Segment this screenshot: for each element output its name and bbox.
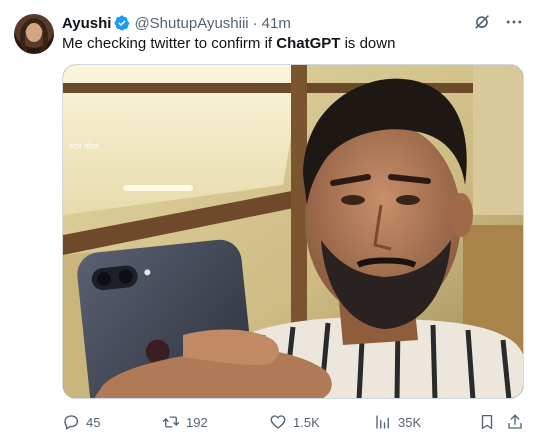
photo-man-holding-phone: स्टार गोल्ड (63, 65, 523, 398)
heart-icon (270, 415, 286, 429)
separator-dot: · (252, 14, 258, 32)
views-button[interactable]: 35K (374, 410, 421, 434)
tweet-card[interactable]: Ayushi @ShutupAyushiii · 41m Me checking… (0, 0, 538, 440)
tweet-header: Ayushi @ShutupAyushiii · 41m (62, 12, 291, 34)
reply-count: 45 (86, 414, 101, 430)
avatar[interactable] (14, 14, 54, 54)
share-icon (508, 414, 522, 429)
grok-icon[interactable] (472, 12, 492, 32)
tweet-media-image[interactable]: स्टार गोल्ड (62, 64, 524, 399)
tweet-text-after: is down (340, 35, 396, 52)
tweet-text: Me checking twitter to confirm if ChatGP… (62, 34, 395, 54)
author-name[interactable]: Ayushi (62, 15, 111, 32)
reply-button[interactable]: 45 (62, 410, 100, 434)
bookmark-icon (481, 414, 493, 430)
like-count: 1.5K (293, 414, 320, 430)
bookmark-button[interactable] (478, 410, 496, 434)
share-button[interactable] (506, 410, 524, 434)
reply-icon (64, 415, 79, 430)
tweet-actions: 45 192 1.5K 35K (62, 410, 524, 434)
like-button[interactable]: 1.5K (269, 410, 320, 434)
tweet-text-before: Me checking twitter to confirm if (62, 35, 277, 52)
retweet-count: 192 (186, 414, 208, 430)
retweet-icon (162, 416, 180, 428)
tweet-top-actions (472, 12, 524, 32)
more-icon[interactable] (504, 12, 524, 32)
watermark-text: स्टार गोल्ड (69, 141, 100, 151)
avatar-face (26, 23, 42, 42)
retweet-button[interactable]: 192 (162, 410, 208, 434)
views-icon (376, 415, 389, 429)
tweet-text-bold: ChatGPT (276, 35, 341, 52)
timestamp[interactable]: 41m (262, 15, 291, 32)
author-handle[interactable]: @ShutupAyushiii (134, 15, 248, 32)
verified-badge-icon (114, 15, 131, 31)
views-count: 35K (398, 414, 422, 430)
